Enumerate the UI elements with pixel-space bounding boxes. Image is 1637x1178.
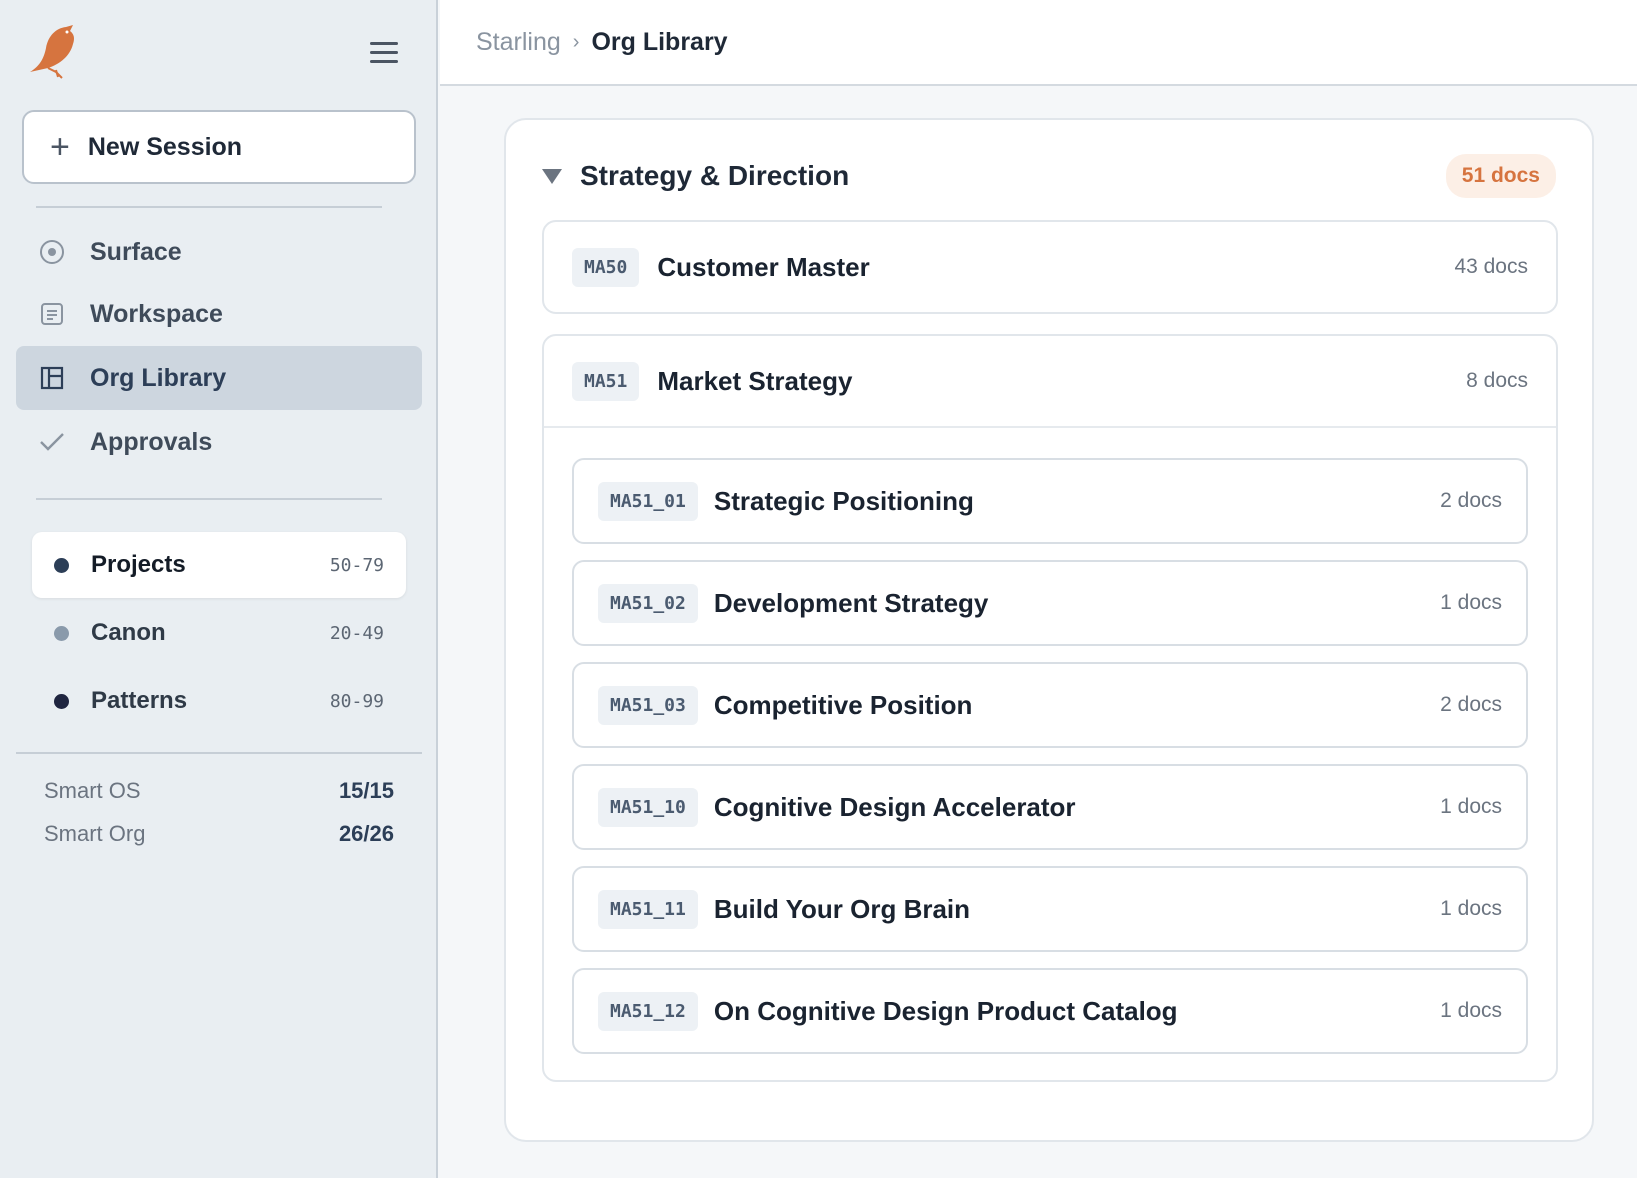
- group-code: MA51: [572, 361, 640, 401]
- list-item[interactable]: MA51_01 Strategic Positioning 2 docs: [572, 458, 1528, 544]
- sidebar-divider: [36, 498, 382, 500]
- group-row-head[interactable]: MA50 Customer Master 43 docs: [544, 222, 1556, 312]
- stat-smart-org: Smart Org 26/26: [44, 821, 394, 847]
- group-code: MA50: [572, 247, 640, 287]
- sidebar-item-surface[interactable]: Surface: [16, 220, 422, 284]
- category-label: Canon: [91, 619, 166, 646]
- item-code: MA51_12: [598, 991, 698, 1031]
- item-title: Development Strategy: [713, 587, 989, 618]
- category-range: 50-79: [329, 554, 384, 576]
- item-title: Competitive Position: [713, 689, 973, 720]
- sidebar-item-workspace[interactable]: Workspace: [16, 282, 422, 346]
- section-header[interactable]: Strategy & Direction 51 docs: [506, 148, 1592, 204]
- item-code: MA51_01: [598, 481, 698, 521]
- item-code: MA51_03: [598, 685, 698, 725]
- breadcrumb: Starling › Org Library: [440, 0, 1637, 86]
- section-card: Strategy & Direction 51 docs MA50 Custom…: [504, 118, 1594, 1142]
- list-item[interactable]: MA51_10 Cognitive Design Accelerator 1 d…: [572, 764, 1528, 850]
- list-item[interactable]: MA51_03 Competitive Position 2 docs: [572, 662, 1528, 748]
- collapse-caret-icon[interactable]: [542, 168, 562, 184]
- item-code: MA51_11: [598, 889, 698, 929]
- item-title: Build Your Org Brain: [713, 893, 971, 924]
- item-code: MA51_10: [598, 787, 698, 827]
- group-title: Customer Master: [657, 251, 870, 282]
- breadcrumb-separator: ›: [572, 30, 580, 53]
- stat-label: Smart Org: [44, 821, 146, 846]
- category-label: Projects: [91, 551, 186, 578]
- stat-value: 15/15: [338, 778, 394, 803]
- sidebar-item-label: Org Library: [90, 363, 227, 392]
- group-children: MA51_01 Strategic Positioning 2 docs MA5…: [544, 426, 1556, 1080]
- category-range: 80-99: [329, 690, 384, 712]
- item-code: MA51_02: [598, 583, 698, 623]
- sidebar-item-approvals[interactable]: Approvals: [16, 410, 422, 474]
- group-count: 43 docs: [1454, 255, 1528, 278]
- item-count: 1 docs: [1440, 591, 1502, 614]
- section-count-badge: 51 docs: [1445, 154, 1556, 198]
- plus-icon: +: [50, 128, 70, 166]
- category-range: 20-49: [329, 622, 384, 644]
- group-row[interactable]: MA50 Customer Master 43 docs: [542, 220, 1558, 314]
- category-canon[interactable]: Canon 20-49: [32, 600, 406, 666]
- starling-logo-icon[interactable]: [26, 22, 82, 82]
- category-projects[interactable]: Projects 50-79: [32, 532, 406, 598]
- item-title: Cognitive Design Accelerator: [713, 791, 1076, 822]
- item-count: 1 docs: [1440, 999, 1502, 1022]
- document-icon: [38, 300, 66, 328]
- group-row-expanded: MA51 Market Strategy 8 docs MA51_01 Stra…: [542, 334, 1558, 1082]
- item-count: 1 docs: [1440, 795, 1502, 818]
- sidebar-item-label: Approvals: [90, 427, 213, 456]
- stat-smart-os: Smart OS 15/15: [44, 778, 394, 804]
- stat-value: 26/26: [338, 821, 394, 846]
- list-item[interactable]: MA51_12 On Cognitive Design Product Cata…: [572, 968, 1528, 1054]
- list-item[interactable]: MA51_02 Development Strategy 1 docs: [572, 560, 1528, 646]
- group-row-head[interactable]: MA51 Market Strategy 8 docs: [544, 336, 1556, 426]
- sidebar-item-label: Surface: [90, 237, 182, 266]
- category-dot: [54, 693, 69, 709]
- list-item[interactable]: MA51_11 Build Your Org Brain 1 docs: [572, 866, 1528, 952]
- group-title: Market Strategy: [657, 365, 853, 396]
- item-count: 2 docs: [1440, 489, 1502, 512]
- stat-label: Smart OS: [44, 778, 141, 803]
- check-icon: [38, 428, 66, 456]
- item-count: 1 docs: [1440, 897, 1502, 920]
- sidebar-item-label: Workspace: [90, 299, 223, 328]
- breadcrumb-current: Org Library: [591, 27, 728, 56]
- group-count: 8 docs: [1466, 369, 1528, 392]
- breadcrumb-root[interactable]: Starling: [476, 28, 561, 57]
- circle-dot-icon: [38, 238, 66, 266]
- library-icon: [38, 364, 66, 392]
- sidebar-divider: [36, 206, 382, 208]
- item-title: On Cognitive Design Product Catalog: [713, 995, 1178, 1026]
- category-patterns[interactable]: Patterns 80-99: [32, 668, 406, 734]
- item-title: Strategic Positioning: [713, 485, 974, 516]
- section-title: Strategy & Direction: [580, 160, 850, 191]
- menu-hamburger-icon[interactable]: [370, 42, 398, 64]
- new-session-button[interactable]: + New Session: [22, 110, 416, 184]
- sidebar: + New Session Surface Workspace Org Libr…: [0, 0, 438, 1178]
- sidebar-item-org-library[interactable]: Org Library: [16, 346, 422, 410]
- sidebar-divider: [16, 752, 422, 754]
- category-dot: [54, 625, 69, 641]
- category-label: Patterns: [91, 687, 188, 714]
- category-dot: [54, 557, 69, 573]
- new-session-label: New Session: [87, 132, 243, 161]
- item-count: 2 docs: [1440, 693, 1502, 716]
